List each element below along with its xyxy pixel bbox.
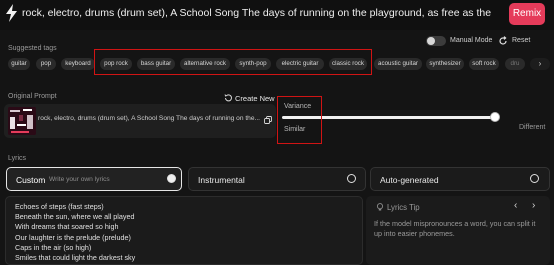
custom-option-hint: Write your own lyrics bbox=[49, 176, 110, 183]
lyric-line: Caps in the air (so high) bbox=[15, 243, 92, 252]
auto-option-label: Auto-generated bbox=[380, 175, 439, 185]
create-new-button[interactable]: Create New bbox=[235, 94, 275, 103]
lyric-line: With dreams that soared so high bbox=[15, 222, 119, 231]
tag-chip[interactable]: soft rock bbox=[469, 58, 499, 70]
tags-highlight-box bbox=[94, 49, 372, 75]
custom-radio-icon[interactable] bbox=[167, 174, 176, 183]
lyric-line: Beneath the sun, where we all played bbox=[15, 212, 135, 221]
remix-button[interactable]: Remix bbox=[509, 3, 545, 25]
variance-different-label: Different bbox=[519, 124, 546, 131]
tag-chip[interactable]: dru bbox=[505, 58, 525, 70]
tag-chip[interactable]: keyboard bbox=[61, 58, 95, 70]
reset-icon[interactable] bbox=[498, 36, 508, 46]
lyrics-tip-panel: Lyrics Tip ‹ › If the model mispronounce… bbox=[366, 196, 550, 265]
variance-slider-handle[interactable] bbox=[490, 112, 500, 122]
lyrics-textarea[interactable]: Echoes of steps (fast steps) Beneath the… bbox=[5, 196, 363, 265]
instrumental-option-label: Instrumental bbox=[198, 175, 245, 185]
tag-chip[interactable]: pop bbox=[36, 58, 56, 70]
original-prompt-label: Original Prompt bbox=[8, 93, 57, 100]
lyrics-option-custom[interactable]: Custom Write your own lyrics bbox=[6, 167, 182, 191]
tip-prev-icon[interactable]: ‹ bbox=[514, 200, 517, 211]
cover-thumbnail bbox=[8, 107, 36, 135]
lyrics-label: Lyrics bbox=[8, 155, 27, 162]
suggested-tags-label: Suggested tags bbox=[8, 45, 57, 52]
prompt-input[interactable]: rock, electro, drums (drum set), A Schoo… bbox=[22, 7, 492, 19]
tag-chip[interactable]: guitar bbox=[8, 58, 30, 70]
lyric-line: Echoes of steps (fast steps) bbox=[15, 202, 104, 211]
tag-chip[interactable]: acoustic guitar bbox=[374, 58, 422, 70]
manual-mode-label: Manual Mode bbox=[450, 37, 493, 44]
tags-next-icon[interactable]: › bbox=[530, 58, 550, 70]
auto-radio-icon[interactable] bbox=[530, 174, 539, 183]
custom-option-label: Custom bbox=[16, 175, 46, 185]
variance-highlight-box bbox=[277, 96, 322, 144]
manual-mode-toggle[interactable] bbox=[426, 36, 446, 46]
tag-chip[interactable]: synthesizer bbox=[426, 58, 464, 70]
refresh-icon[interactable] bbox=[224, 94, 233, 102]
reset-button[interactable]: Reset bbox=[512, 37, 530, 44]
tip-next-icon[interactable]: › bbox=[532, 200, 535, 211]
lyrics-option-auto[interactable]: Auto-generated bbox=[370, 167, 550, 191]
lyric-line: Smiles that could light the darkest sky bbox=[15, 253, 136, 262]
lyrics-tip-text: If the model mispronounces a word, you c… bbox=[374, 219, 536, 238]
lyrics-option-instrumental[interactable]: Instrumental bbox=[188, 167, 366, 191]
lyric-line: Our laughter is the prelude (prelude) bbox=[15, 233, 131, 242]
lyrics-tip-title: Lyrics Tip bbox=[387, 203, 420, 212]
instrumental-radio-icon[interactable] bbox=[347, 174, 356, 183]
original-prompt-text: rock, electro, drums (drum set), A Schoo… bbox=[38, 115, 260, 122]
copy-icon[interactable] bbox=[264, 116, 272, 124]
lightning-icon bbox=[6, 4, 17, 22]
lightbulb-icon bbox=[376, 203, 384, 211]
